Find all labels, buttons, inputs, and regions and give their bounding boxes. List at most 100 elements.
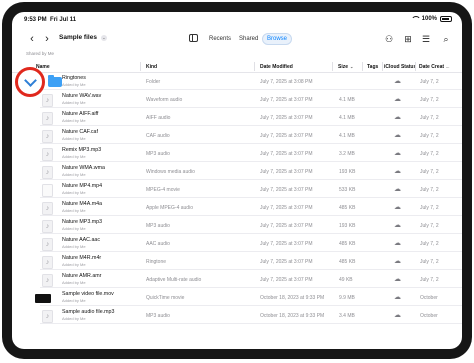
table-row[interactable]: Sample video file.mov Added by Me QuickTim… [12,290,462,306]
cloud-download-icon[interactable]: ☁ [394,95,401,103]
search-icon[interactable]: ⌕ [439,32,453,46]
folder-title[interactable]: Sample files ⌄ [59,34,107,41]
file-kind: Adaptive Multi-rate audio [146,277,202,283]
cloud-download-icon[interactable]: ☁ [394,113,401,121]
file-kind: Ringtone [146,259,167,265]
table-row[interactable]: ♪ Sample audio file.mp3 Added by Me MP3 aud… [12,308,462,324]
column-divider [382,62,383,71]
file-size: 3.2 MB [339,151,355,157]
file-kind: AIFF audio [146,115,171,121]
expand-folder-highlight[interactable] [15,67,45,97]
file-date-modified: July 7, 2025 at 3:07 PM [260,151,313,157]
col-size[interactable]: Size ⌄ [338,64,353,70]
file-date-modified: July 7, 2025 at 3:07 PM [260,169,313,175]
file-date-created: October [420,295,438,301]
file-name: Nature AIFF.aiff [62,111,99,117]
cloud-download-icon[interactable]: ☁ [394,149,401,157]
file-date-modified: October 18, 2023 at 9:33 PM [260,295,325,301]
table-row[interactable]: ♪ Nature M4A.m4a Added by Me Apple MPEG-4 a… [12,200,462,216]
file-added-by: Added by Me [62,316,86,321]
status-right: 100% [410,16,452,22]
file-date-created: July 7, 2 [420,151,439,157]
cloud-download-icon[interactable]: ☁ [394,131,401,139]
column-divider [140,62,141,71]
file-kind: Apple MPEG-4 audio [146,205,193,211]
status-bar: 9:53 PM Fri Jul 11 100% [12,12,462,26]
cloud-download-icon[interactable]: ☁ [394,167,401,175]
col-kind[interactable]: Kind [146,64,157,70]
folder-icon [48,75,62,87]
file-size: 3.4 MB [339,313,355,319]
file-added-by: Added by Me [62,172,86,177]
cloud-download-icon[interactable]: ☁ [394,221,401,229]
title-chevron-icon[interactable]: ⌄ [100,34,107,41]
page-title: Sample files [59,34,97,41]
file-name: Nature WMA.wma [62,165,105,171]
chevron-down-icon[interactable] [23,73,37,87]
cloud-download-icon[interactable]: ☁ [394,203,401,211]
row-divider [40,161,462,162]
table-row[interactable]: ♪ Nature WAV.wav Added by Me Waveform audio… [12,92,462,108]
col-date-modified[interactable]: Date Modified [260,64,293,70]
cloud-download-icon[interactable]: ☁ [394,239,401,247]
cloud-download-icon[interactable]: ☁ [394,257,401,265]
sidebar-icon[interactable] [189,34,198,42]
music-note-icon: ♪ [42,256,53,269]
file-added-by: Added by Me [62,118,86,123]
col-tags[interactable]: Tags [367,64,378,70]
file-date-created: July 7, 2 [420,115,439,121]
back-icon[interactable]: ‹ [24,31,40,47]
row-divider [40,233,462,234]
file-date-created: July 7, 2 [420,223,439,229]
col-icloud-status[interactable]: iCloud Status [384,64,416,70]
file-name: Nature WAV.wav [62,93,102,99]
file-added-by: Added by Me [62,154,86,159]
new-folder-icon[interactable]: ⊞ [401,32,415,46]
music-note-icon: ♪ [42,202,53,215]
file-size: 193 KB [339,169,356,175]
table-row[interactable]: Nature MP4.mp4 Added by Me MPEG-4 movie Jul… [12,182,462,198]
table-row[interactable]: ♪ Nature M4R.m4r Added by Me Ringtone July 7… [12,254,462,270]
file-added-by: Added by Me [62,298,86,303]
wifi-icon [410,16,421,22]
file-added-by: Added by Me [62,262,86,267]
table-row[interactable]: ♪ Remix MP3.mp3 Added by Me MP3 audio July 7… [12,146,462,162]
col-date-created[interactable]: Date Creat... [419,64,449,70]
file-date-created: October [420,313,438,319]
tab-recents[interactable]: Recents [205,33,235,45]
column-divider [415,62,416,71]
cloud-download-icon[interactable]: ☁ [394,185,401,193]
file-added-by: Added by Me [62,100,86,105]
cloud-download-icon[interactable]: ☁ [394,77,401,85]
table-row[interactable]: ♪ Nature WMA.wma Added by Me Windows media … [12,164,462,180]
table-row[interactable]: ♪ Nature MP3.mp3 Added by Me MP3 audio July … [12,218,462,234]
file-date-modified: July 7, 2025 at 3:07 PM [260,133,313,139]
forward-icon[interactable]: › [39,31,55,47]
file-kind: Windows media audio [146,169,195,175]
file-date-modified: July 7, 2025 at 3:07 PM [260,277,313,283]
file-date-modified: July 7, 2025 at 3:07 PM [260,205,313,211]
row-divider [40,197,462,198]
row-divider [40,287,462,288]
table-row[interactable]: ♪ Nature AIFF.aiff Added by Me AIFF audio Ju… [12,110,462,126]
tab-browse[interactable]: Browse [262,33,293,45]
ipad-frame: 9:53 PM Fri Jul 11 100% ‹ › Sample files… [2,2,472,359]
share-people-icon[interactable]: ⚇ [382,32,396,46]
file-name: Nature MP4.mp4 [62,183,103,189]
tab-shared[interactable]: Shared [235,33,262,45]
column-divider [362,62,363,71]
cloud-download-icon[interactable]: ☁ [394,311,401,319]
row-divider [40,215,462,216]
file-date-created: July 7, 2 [420,205,439,211]
cloud-download-icon[interactable]: ☁ [394,275,401,283]
list-view-icon[interactable]: ☰ [419,32,433,46]
file-name: Nature MP3.mp3 [62,219,103,225]
file-name: Sample audio file.mp3 [62,309,115,315]
file-date-created: July 7, 2 [420,187,439,193]
table-row[interactable]: ♪ Nature AAC.aac Added by Me AAC audio July … [12,236,462,252]
cloud-download-icon[interactable]: ☁ [394,293,401,301]
table-row[interactable]: ♪ Nature AMR.amr Added by Me Adaptive Multi… [12,272,462,288]
file-kind: MPEG-4 movie [146,187,180,193]
table-row[interactable]: ♪ Nature CAF.caf Added by Me CAF audio July … [12,128,462,144]
table-row[interactable]: Ringtones Added by Me Folder July 7, 2025 a… [12,74,462,90]
